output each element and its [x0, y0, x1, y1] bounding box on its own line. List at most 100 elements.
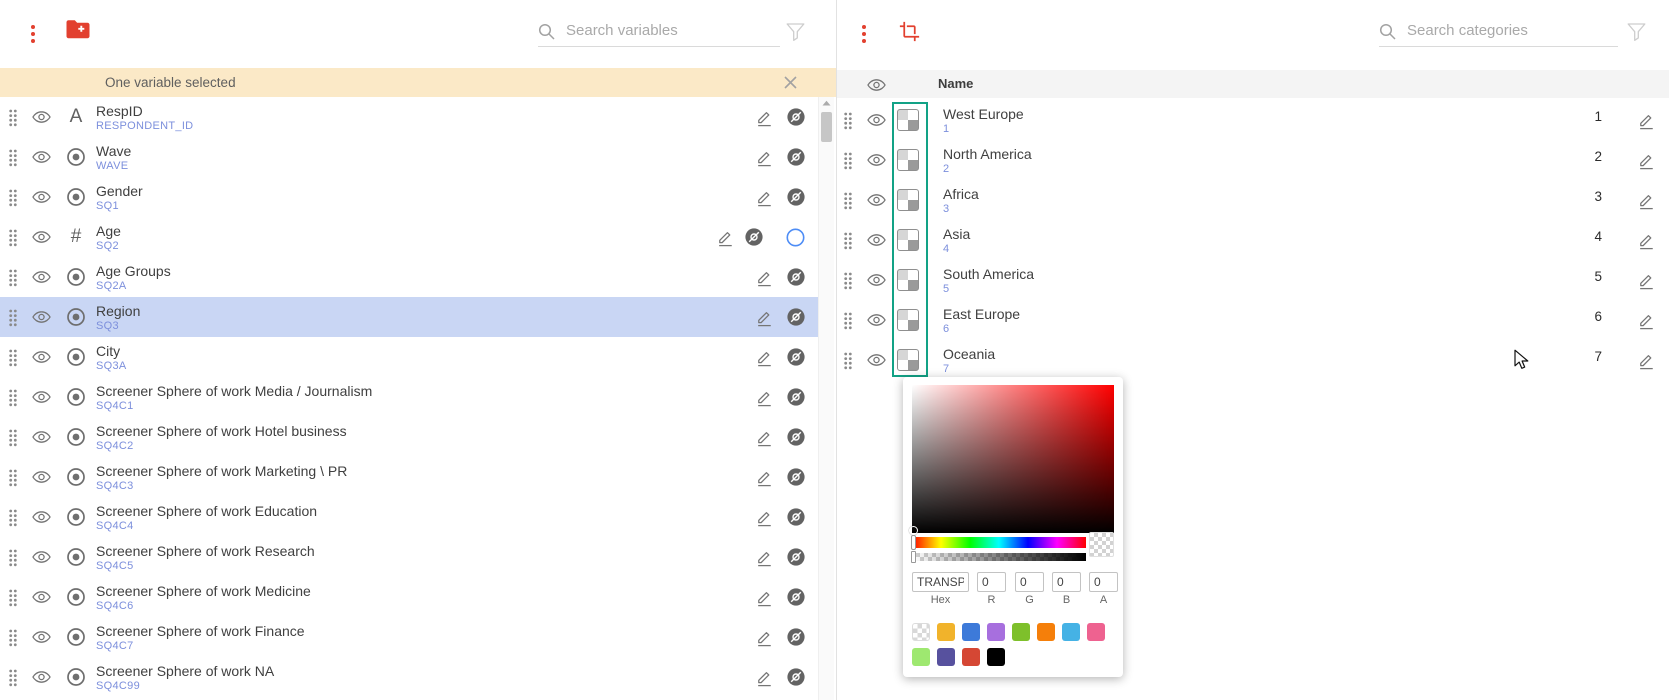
category-color-swatch-button[interactable] [897, 349, 919, 371]
scrollbar-thumb[interactable] [821, 112, 832, 142]
edit-pencil-icon[interactable] [755, 388, 773, 407]
preset-color-swatch[interactable] [912, 648, 930, 666]
drag-handle-icon[interactable] [8, 309, 18, 327]
category-row[interactable]: North America 2 2 [837, 140, 1669, 180]
edit-pencil-icon[interactable] [755, 668, 773, 687]
drag-handle-icon[interactable] [8, 629, 18, 647]
drag-handle-icon[interactable] [8, 509, 18, 527]
visibility-eye-icon[interactable] [32, 630, 51, 644]
variable-row[interactable]: Screener Sphere of work Research SQ4C5 [0, 537, 818, 577]
empty-values-icon[interactable] [787, 628, 805, 646]
preset-color-swatch[interactable] [937, 648, 955, 666]
drag-handle-icon[interactable] [843, 232, 853, 250]
drag-handle-icon[interactable] [8, 669, 18, 687]
alpha-slider-handle[interactable] [911, 551, 916, 563]
red-input[interactable] [977, 572, 1006, 592]
drag-handle-icon[interactable] [8, 429, 18, 447]
drag-handle-icon[interactable] [843, 352, 853, 370]
visibility-eye-icon[interactable] [32, 590, 51, 604]
empty-values-icon[interactable] [787, 148, 805, 166]
drag-handle-icon[interactable] [8, 189, 18, 207]
close-icon[interactable] [783, 75, 798, 90]
drag-handle-icon[interactable] [8, 349, 18, 367]
preset-color-swatch[interactable] [1062, 623, 1080, 641]
alpha-input[interactable] [1089, 572, 1118, 592]
visibility-eye-icon[interactable] [32, 670, 51, 684]
variable-row[interactable]: Screener Sphere of work Medicine SQ4C6 [0, 577, 818, 617]
edit-pencil-icon[interactable] [1637, 311, 1655, 330]
category-row[interactable]: East Europe 6 6 [837, 300, 1669, 340]
edit-pencil-icon[interactable] [755, 428, 773, 447]
empty-values-icon[interactable] [787, 308, 805, 326]
empty-values-icon[interactable] [787, 108, 805, 126]
edit-pencil-icon[interactable] [1637, 271, 1655, 290]
edit-pencil-icon[interactable] [755, 468, 773, 487]
variable-row[interactable]: A RespID RESPONDENT_ID [0, 97, 818, 137]
filter-funnel-icon[interactable] [786, 23, 805, 41]
drag-handle-icon[interactable] [8, 389, 18, 407]
visibility-eye-icon[interactable] [32, 230, 51, 244]
preset-color-swatch[interactable] [987, 623, 1005, 641]
category-color-swatch-button[interactable] [897, 269, 919, 291]
categories-menu-kebab-icon[interactable] [861, 22, 867, 46]
edit-pencil-icon[interactable] [1637, 151, 1655, 170]
preset-color-swatch[interactable] [962, 623, 980, 641]
empty-values-icon[interactable] [787, 268, 805, 286]
crop-icon[interactable] [899, 21, 920, 42]
scrollbar[interactable] [818, 97, 834, 700]
variable-row[interactable]: Gender SQ1 [0, 177, 818, 217]
variable-row[interactable]: Screener Sphere of work Marketing \ PR S… [0, 457, 818, 497]
visibility-eye-icon[interactable] [867, 353, 886, 367]
drag-handle-icon[interactable] [8, 149, 18, 167]
variable-row[interactable]: Age Groups SQ2A [0, 257, 818, 297]
visibility-eye-icon[interactable] [32, 510, 51, 524]
edit-pencil-icon[interactable] [755, 348, 773, 367]
variable-row[interactable]: Screener Sphere of work Hotel business S… [0, 417, 818, 457]
category-row[interactable]: Asia 4 4 [837, 220, 1669, 260]
visibility-eye-icon[interactable] [867, 153, 886, 167]
status-circle-icon[interactable] [786, 228, 805, 247]
variable-row[interactable]: Wave WAVE [0, 137, 818, 177]
drag-handle-icon[interactable] [8, 269, 18, 287]
scroll-up-arrow-icon[interactable] [822, 100, 831, 106]
visibility-eye-icon[interactable] [32, 150, 51, 164]
drag-handle-icon[interactable] [843, 152, 853, 170]
visibility-eye-icon[interactable] [32, 190, 51, 204]
empty-values-icon[interactable] [787, 348, 805, 366]
search-categories-input[interactable]: Search categories [1379, 17, 1618, 47]
category-color-swatch-button[interactable] [897, 309, 919, 331]
preset-color-swatch[interactable] [1012, 623, 1030, 641]
visibility-eye-icon[interactable] [32, 470, 51, 484]
drag-handle-icon[interactable] [8, 109, 18, 127]
category-row[interactable]: South America 5 5 [837, 260, 1669, 300]
category-row[interactable]: Oceania 7 7 [837, 340, 1669, 380]
category-color-swatch-button[interactable] [897, 189, 919, 211]
preset-color-swatch[interactable] [987, 648, 1005, 666]
empty-values-icon[interactable] [787, 188, 805, 206]
filter-funnel-icon[interactable] [1627, 23, 1646, 41]
hue-slider[interactable] [912, 537, 1086, 548]
preset-color-swatch[interactable] [1037, 623, 1055, 641]
preset-color-swatch[interactable] [1087, 623, 1105, 641]
drag-handle-icon[interactable] [843, 192, 853, 210]
visibility-eye-icon[interactable] [867, 273, 886, 287]
visibility-eye-icon[interactable] [867, 313, 886, 327]
hue-slider-handle[interactable] [911, 535, 916, 550]
edit-pencil-icon[interactable] [1637, 191, 1655, 210]
edit-pencil-icon[interactable] [755, 268, 773, 287]
visibility-eye-icon[interactable] [32, 430, 51, 444]
visibility-eye-icon[interactable] [867, 113, 886, 127]
empty-values-icon[interactable] [745, 228, 763, 246]
alpha-slider[interactable] [912, 553, 1086, 561]
visibility-eye-icon[interactable] [32, 350, 51, 364]
variable-row[interactable]: Region SQ3 [0, 297, 818, 337]
preset-color-swatch[interactable] [962, 648, 980, 666]
drag-handle-icon[interactable] [843, 112, 853, 130]
edit-pencil-icon[interactable] [755, 308, 773, 327]
drag-handle-icon[interactable] [8, 469, 18, 487]
drag-handle-icon[interactable] [8, 229, 18, 247]
visibility-eye-icon[interactable] [32, 550, 51, 564]
category-color-swatch-button[interactable] [897, 229, 919, 251]
drag-handle-icon[interactable] [843, 272, 853, 290]
empty-values-icon[interactable] [787, 668, 805, 686]
